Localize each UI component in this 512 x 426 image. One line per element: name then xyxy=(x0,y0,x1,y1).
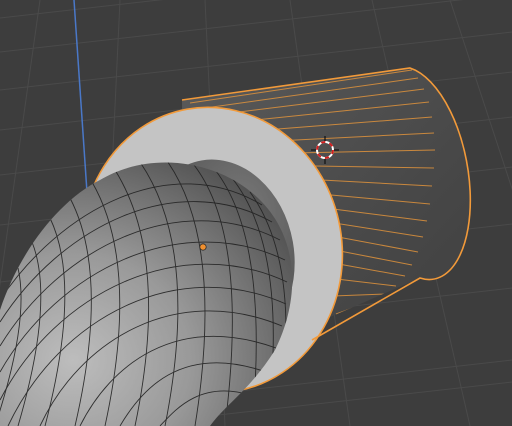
viewport-canvas[interactable] xyxy=(0,0,512,426)
object-origin-icon[interactable] xyxy=(199,243,207,251)
3d-viewport[interactable] xyxy=(0,0,512,426)
